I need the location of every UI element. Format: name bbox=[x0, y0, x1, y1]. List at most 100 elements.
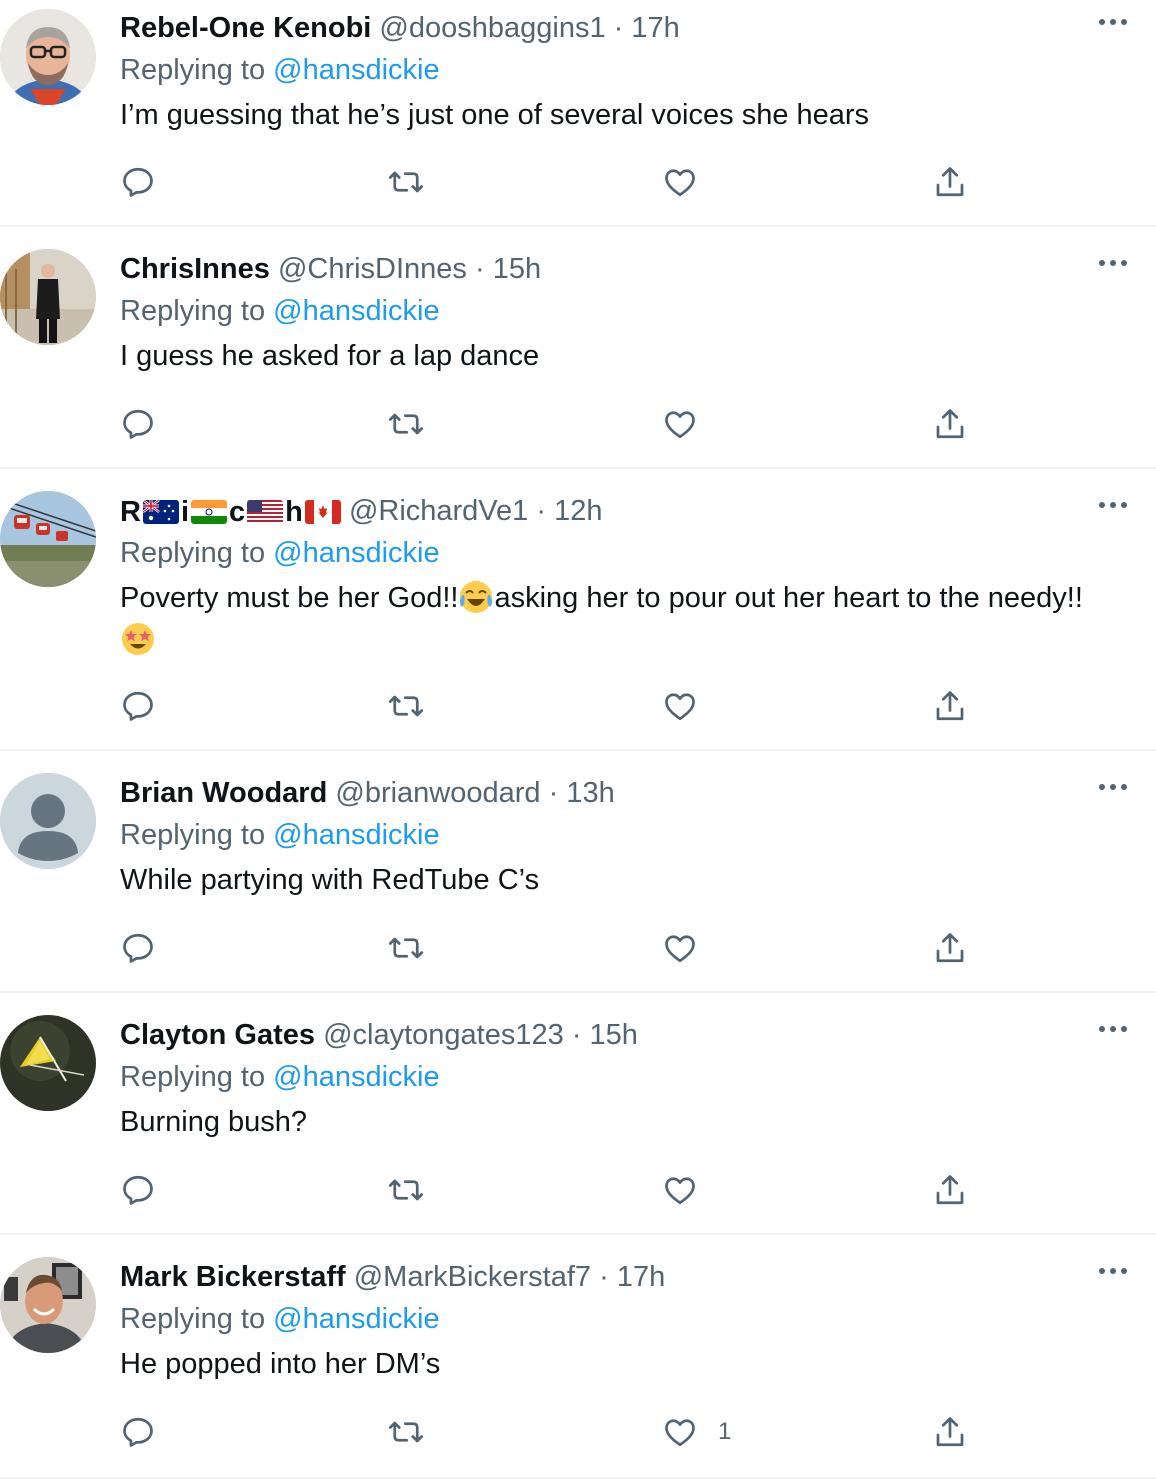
replying-to-label: Replying to bbox=[120, 1061, 266, 1093]
reply-icon bbox=[123, 409, 153, 439]
share-button[interactable] bbox=[932, 1170, 968, 1210]
avatar[interactable] bbox=[0, 1015, 96, 1111]
more-button[interactable] bbox=[1098, 255, 1128, 271]
handle[interactable]: @MarkBickerstaf7 bbox=[354, 1261, 591, 1293]
retweet-button[interactable] bbox=[388, 928, 424, 968]
tweet-header: Rebel-One Kenobi @dooshbaggins1 · 17h bbox=[120, 8, 1156, 48]
more-button[interactable] bbox=[1098, 1021, 1128, 1037]
share-icon bbox=[936, 1417, 964, 1447]
retweet-button[interactable] bbox=[388, 686, 424, 726]
handle[interactable]: @ChrisDInnes bbox=[278, 253, 467, 285]
handle[interactable]: @RichardVe1 bbox=[349, 495, 528, 527]
timestamp[interactable]: 17h bbox=[617, 1261, 665, 1293]
tweet-content: R i c h @RichardVe1 · 12h Replying to @h… bbox=[120, 491, 1156, 661]
share-button[interactable] bbox=[932, 162, 968, 202]
retweet-button[interactable] bbox=[388, 1412, 424, 1452]
tweet-text: Burning bush? bbox=[120, 1106, 308, 1138]
more-icon bbox=[1099, 19, 1127, 25]
display-name[interactable]: Brian Woodard bbox=[120, 777, 327, 809]
reply-button[interactable] bbox=[120, 1412, 156, 1452]
handle[interactable]: @dooshbaggins1 bbox=[379, 12, 605, 44]
share-button[interactable] bbox=[932, 404, 968, 444]
reply-button[interactable] bbox=[120, 162, 156, 202]
reply-button[interactable] bbox=[120, 928, 156, 968]
avatar[interactable] bbox=[0, 249, 96, 345]
share-button[interactable] bbox=[932, 686, 968, 726]
tweet-header: Brian Woodard @brianwoodard · 13h bbox=[120, 773, 1156, 813]
tweet[interactable]: Clayton Gates @claytongates123 · 15h Rep… bbox=[0, 993, 1156, 1235]
timestamp[interactable]: 15h bbox=[590, 1019, 638, 1051]
reply-button[interactable] bbox=[120, 404, 156, 444]
reply-icon bbox=[123, 691, 153, 721]
retweet-icon bbox=[388, 937, 424, 959]
like-button[interactable] bbox=[662, 162, 718, 202]
tweet[interactable]: Mark Bickerstaff @MarkBickerstaf7 · 17h … bbox=[0, 1235, 1156, 1479]
more-button[interactable] bbox=[1098, 14, 1128, 30]
display-name-part: i bbox=[180, 496, 190, 529]
avatar[interactable] bbox=[0, 491, 96, 587]
display-name[interactable]: Clayton Gates bbox=[120, 1019, 315, 1051]
share-button[interactable] bbox=[932, 1412, 968, 1452]
replying-to-label: Replying to bbox=[120, 1303, 266, 1335]
tweet-text-part: asking her to pour out her heart to the … bbox=[494, 582, 1083, 614]
avatar[interactable] bbox=[0, 1257, 96, 1353]
like-button[interactable] bbox=[662, 1170, 718, 1210]
like-button[interactable]: 1 bbox=[662, 1412, 731, 1452]
tweet[interactable]: Brian Woodard @brianwoodard · 13h Replyi… bbox=[0, 751, 1156, 993]
timestamp[interactable]: 13h bbox=[566, 777, 614, 809]
timestamp[interactable]: 17h bbox=[631, 12, 679, 44]
timestamp[interactable]: 12h bbox=[554, 495, 602, 527]
tweet[interactable]: R i c h @RichardVe1 · 12h Replying to @h… bbox=[0, 469, 1156, 751]
avatar[interactable] bbox=[0, 9, 96, 105]
retweet-button[interactable] bbox=[388, 404, 424, 444]
like-icon bbox=[665, 411, 695, 439]
tweet-header: Clayton Gates @claytongates123 · 15h bbox=[120, 1015, 1156, 1055]
display-name[interactable]: ChrisInnes bbox=[120, 253, 270, 285]
reply-icon bbox=[123, 1175, 153, 1205]
separator: · bbox=[536, 495, 547, 527]
tears-of-joy-emoji-icon bbox=[458, 579, 494, 615]
mention-link[interactable]: @hansdickie bbox=[273, 295, 439, 327]
action-bar bbox=[120, 686, 1020, 726]
like-button[interactable] bbox=[662, 686, 718, 726]
reply-button[interactable] bbox=[120, 1170, 156, 1210]
replying-to-line: Replying to @hansdickie bbox=[120, 289, 1156, 333]
share-icon bbox=[936, 1175, 964, 1205]
retweet-icon bbox=[388, 1179, 424, 1201]
display-name-part: c bbox=[229, 496, 246, 529]
replying-to-label: Replying to bbox=[120, 537, 266, 569]
mention-link[interactable]: @hansdickie bbox=[273, 537, 439, 569]
avatar[interactable] bbox=[0, 773, 96, 869]
tweet[interactable]: ChrisInnes @ChrisDInnes · 15h Replying t… bbox=[0, 227, 1156, 469]
more-button[interactable] bbox=[1098, 1263, 1128, 1279]
display-name[interactable]: Mark Bickerstaff bbox=[120, 1261, 346, 1293]
mention-link[interactable]: @hansdickie bbox=[273, 54, 439, 86]
mention-link[interactable]: @hansdickie bbox=[273, 1061, 439, 1093]
like-count: 1 bbox=[718, 1418, 732, 1445]
share-icon bbox=[936, 409, 964, 439]
like-button[interactable] bbox=[662, 404, 718, 444]
like-icon bbox=[665, 1177, 695, 1205]
mention-link[interactable]: @hansdickie bbox=[273, 1303, 439, 1335]
share-button[interactable] bbox=[932, 928, 968, 968]
reply-icon bbox=[123, 167, 153, 197]
retweet-button[interactable] bbox=[388, 162, 424, 202]
handle[interactable]: @claytongates123 bbox=[323, 1019, 564, 1051]
tweet-text: I guess he asked for a lap dance bbox=[120, 340, 540, 372]
more-button[interactable] bbox=[1098, 779, 1128, 795]
display-name[interactable]: Rebel-One Kenobi bbox=[120, 12, 371, 44]
more-icon bbox=[1099, 1026, 1127, 1032]
tweet[interactable]: Rebel-One Kenobi @dooshbaggins1 · 17h Re… bbox=[0, 0, 1156, 227]
replying-to-label: Replying to bbox=[120, 295, 266, 327]
mention-link[interactable]: @hansdickie bbox=[273, 819, 439, 851]
like-button[interactable] bbox=[662, 928, 718, 968]
more-button[interactable] bbox=[1098, 497, 1128, 513]
handle[interactable]: @brianwoodard bbox=[335, 777, 540, 809]
timestamp[interactable]: 15h bbox=[493, 253, 541, 285]
separator: · bbox=[475, 253, 485, 285]
star-struck-emoji-icon bbox=[120, 621, 156, 657]
india-flag-icon bbox=[191, 500, 228, 525]
retweet-button[interactable] bbox=[388, 1170, 424, 1210]
display-name[interactable]: R i c h bbox=[120, 492, 341, 532]
reply-button[interactable] bbox=[120, 686, 156, 726]
